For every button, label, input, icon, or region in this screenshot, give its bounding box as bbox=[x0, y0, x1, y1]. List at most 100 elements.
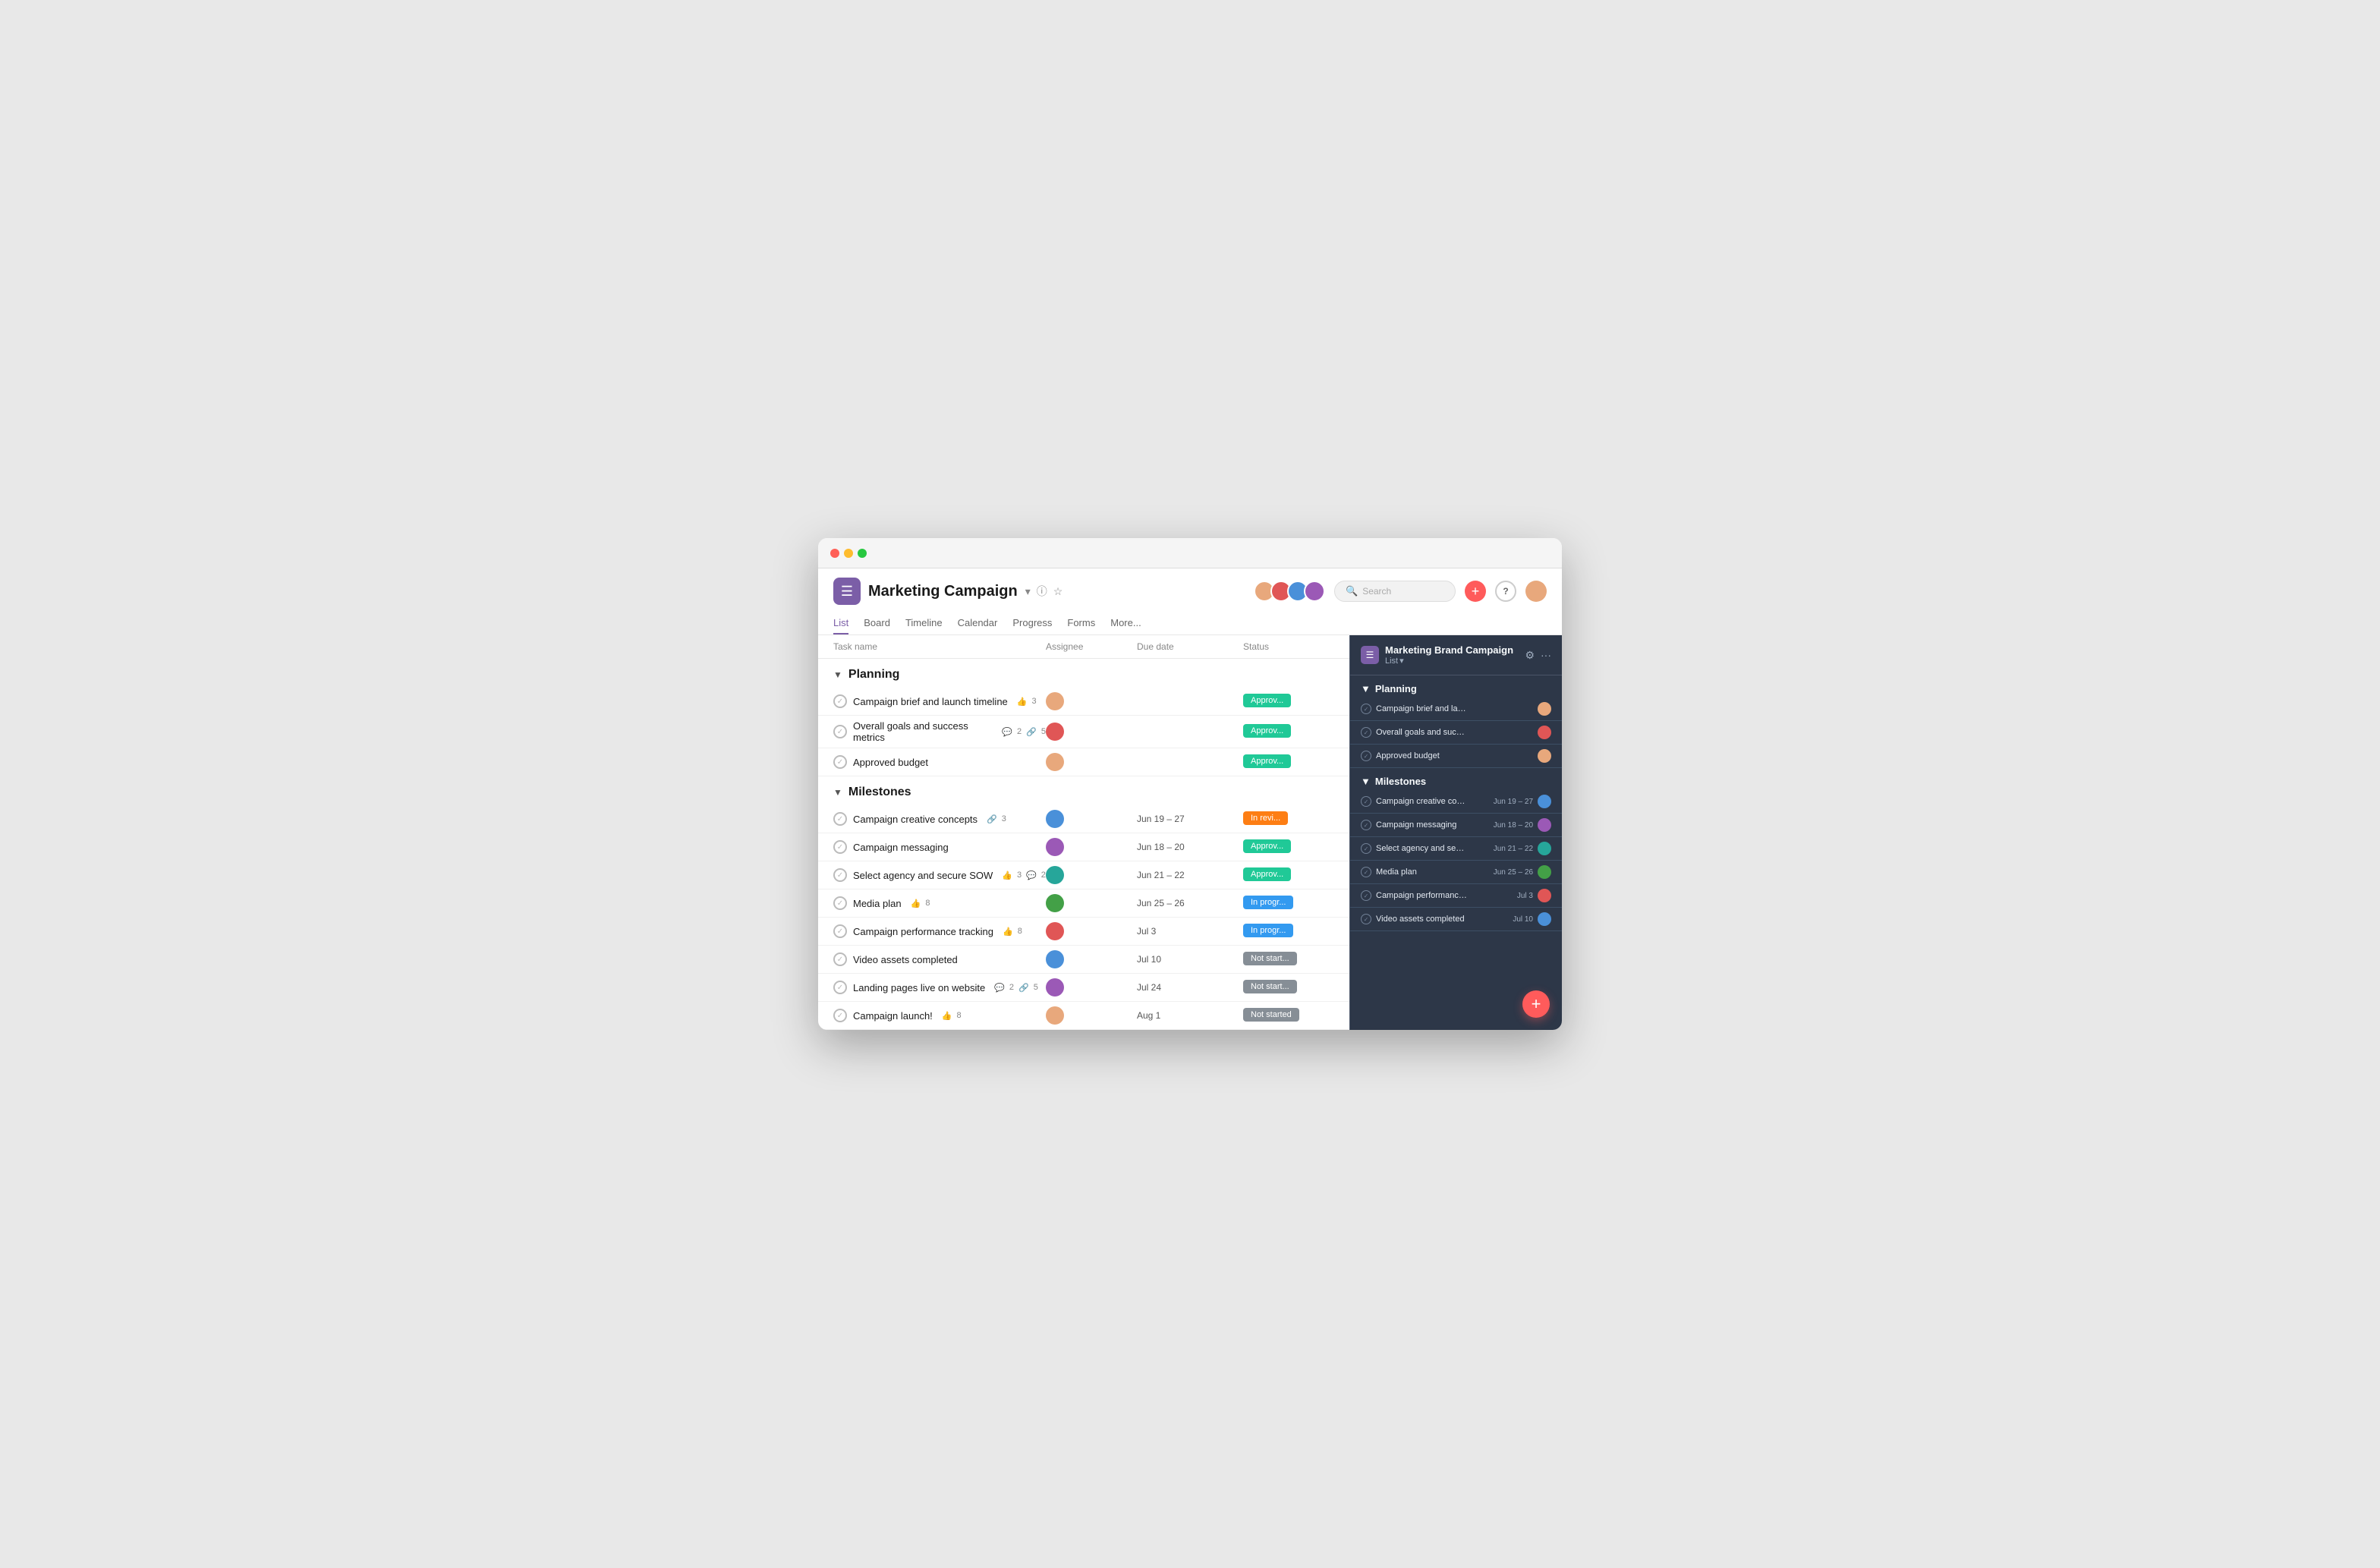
search-bar[interactable]: 🔍 Search bbox=[1334, 581, 1456, 602]
tab-list[interactable]: List bbox=[833, 612, 848, 634]
sidebar-task-date: Jun 25 – 26 bbox=[1494, 868, 1533, 877]
avatar-4 bbox=[1304, 581, 1325, 602]
list-item[interactable]: ✓ Media plan Jun 25 – 26 bbox=[1350, 861, 1562, 884]
milestones-chevron: ▼ bbox=[833, 787, 842, 798]
thumbs-up-icon: 👍 bbox=[1017, 697, 1028, 707]
task-check[interactable]: ✓ bbox=[833, 952, 847, 966]
maximize-button[interactable] bbox=[858, 549, 867, 558]
content-area: Task name Assignee Due date Status ▼ Pla… bbox=[818, 635, 1562, 1030]
sidebar-section-planning[interactable]: ▼ Planning bbox=[1350, 675, 1562, 697]
sidebar-task-left: ✓ Campaign performance track... bbox=[1361, 890, 1517, 901]
task-check[interactable]: ✓ bbox=[833, 755, 847, 769]
task-check[interactable]: ✓ bbox=[833, 924, 847, 938]
sidebar-section-milestones[interactable]: ▼ Milestones bbox=[1350, 768, 1562, 790]
list-item[interactable]: ✓ Overall goals and success metrics bbox=[1350, 721, 1562, 745]
task-check[interactable]: ✓ bbox=[833, 725, 847, 738]
sidebar-header: ☰ Marketing Brand Campaign List ▾ ⚙ ··· bbox=[1350, 635, 1562, 675]
task-status: In progr... bbox=[1243, 924, 1334, 940]
assignee-avatar bbox=[1046, 838, 1064, 856]
dropdown-arrow-icon[interactable]: ▾ bbox=[1025, 585, 1031, 598]
filter-icon[interactable]: ⚙ bbox=[1525, 649, 1535, 662]
task-check[interactable]: ✓ bbox=[833, 896, 847, 910]
assignee-avatar bbox=[1046, 723, 1064, 741]
nav-tabs: List Board Timeline Calendar Progress Fo… bbox=[833, 612, 1547, 634]
status-badge: Approv... bbox=[1243, 839, 1291, 853]
list-item[interactable]: ✓ Campaign performance track... Jul 3 bbox=[1350, 884, 1562, 908]
task-status: Approv... bbox=[1243, 754, 1334, 770]
task-date: Jun 18 – 20 bbox=[1137, 842, 1243, 852]
task-check[interactable]: ✓ bbox=[833, 840, 847, 854]
minimize-button[interactable] bbox=[844, 549, 853, 558]
task-check[interactable]: ✓ bbox=[833, 694, 847, 708]
close-button[interactable] bbox=[830, 549, 839, 558]
chevron-down-icon: ▾ bbox=[1399, 656, 1404, 666]
task-name: Select agency and secure SOW bbox=[853, 870, 993, 881]
fab-add-button[interactable]: + bbox=[1522, 990, 1550, 1018]
task-name: Video assets completed bbox=[853, 954, 958, 965]
list-item[interactable]: ✓ Approved budget bbox=[1350, 745, 1562, 768]
sidebar-task-check: ✓ bbox=[1361, 796, 1371, 807]
task-name-cell: ✓ Landing pages live on website 💬2 🔗5 bbox=[833, 981, 1046, 994]
star-icon[interactable]: ☆ bbox=[1053, 585, 1063, 598]
status-badge: In progr... bbox=[1243, 924, 1293, 937]
task-status: Approv... bbox=[1243, 867, 1334, 883]
list-item[interactable]: ✓ Video assets completed Jul 10 bbox=[1350, 908, 1562, 931]
tab-progress[interactable]: Progress bbox=[1012, 612, 1052, 634]
task-check[interactable]: ✓ bbox=[833, 868, 847, 882]
info-icon[interactable]: ⓘ bbox=[1037, 584, 1047, 599]
task-date: Jul 10 bbox=[1137, 954, 1243, 965]
add-button[interactable]: + bbox=[1465, 581, 1486, 602]
task-check[interactable]: ✓ bbox=[833, 812, 847, 826]
task-assignee bbox=[1046, 922, 1137, 940]
list-item[interactable]: ✓ Campaign creative conc... Jun 19 – 27 bbox=[1350, 790, 1562, 814]
col-duedate: Due date bbox=[1137, 641, 1243, 652]
more-icon[interactable]: ··· bbox=[1541, 649, 1551, 661]
table-row: ✓ Media plan 👍8 Jun 25 – 26 In progr... bbox=[818, 889, 1349, 918]
task-assignee bbox=[1046, 810, 1137, 828]
user-avatar[interactable] bbox=[1525, 581, 1547, 602]
task-check[interactable]: ✓ bbox=[833, 981, 847, 994]
list-item[interactable]: ✓ Campaign brief and launch timeline bbox=[1350, 697, 1562, 721]
help-button[interactable]: ? bbox=[1495, 581, 1516, 602]
search-icon: 🔍 bbox=[1346, 585, 1358, 597]
task-meta: 🔗3 bbox=[987, 814, 1006, 824]
sidebar-assignee-avatar bbox=[1538, 726, 1551, 739]
status-badge: Approv... bbox=[1243, 754, 1291, 768]
sidebar-task-check: ✓ bbox=[1361, 820, 1371, 830]
sidebar-task-date: Jul 10 bbox=[1513, 915, 1533, 924]
status-badge: Approv... bbox=[1243, 867, 1291, 881]
tab-more[interactable]: More... bbox=[1110, 612, 1141, 634]
section-planning[interactable]: ▼ Planning bbox=[818, 659, 1349, 688]
tab-calendar[interactable]: Calendar bbox=[958, 612, 998, 634]
planning-title: Planning bbox=[848, 668, 900, 682]
col-taskname: Task name bbox=[833, 641, 1046, 652]
sidebar-app-icon: ☰ bbox=[1361, 646, 1379, 664]
sidebar-task-name: Overall goals and success metrics bbox=[1376, 728, 1467, 737]
table-row: ✓ Select agency and secure SOW 👍3 💬2 Jun… bbox=[818, 861, 1349, 889]
task-assignee bbox=[1046, 838, 1137, 856]
task-check[interactable]: ✓ bbox=[833, 1009, 847, 1022]
task-meta: 👍3 bbox=[1017, 697, 1037, 707]
assignee-avatar bbox=[1046, 810, 1064, 828]
sidebar-planning-chevron: ▼ bbox=[1361, 683, 1371, 694]
status-badge: In progr... bbox=[1243, 896, 1293, 909]
task-date: Jul 24 bbox=[1137, 982, 1243, 993]
tab-forms[interactable]: Forms bbox=[1067, 612, 1095, 634]
task-date: Jul 3 bbox=[1137, 926, 1243, 937]
sidebar-task-left: ✓ Video assets completed bbox=[1361, 914, 1513, 924]
sidebar-task-check: ✓ bbox=[1361, 727, 1371, 738]
sidebar-assignee-avatar bbox=[1538, 865, 1551, 879]
sidebar-title-group: Marketing Brand Campaign List ▾ bbox=[1385, 644, 1513, 666]
task-meta: 💬2 🔗5 bbox=[994, 983, 1038, 993]
titlebar bbox=[818, 538, 1562, 568]
sidebar-task-date: Jun 18 – 20 bbox=[1494, 821, 1533, 830]
list-item[interactable]: ✓ Select agency and secu... Jun 21 – 22 bbox=[1350, 837, 1562, 861]
task-assignee bbox=[1046, 723, 1137, 741]
sidebar-subtitle: List ▾ bbox=[1385, 656, 1513, 666]
task-assignee bbox=[1046, 753, 1137, 771]
list-item[interactable]: ✓ Campaign messaging Jun 18 – 20 bbox=[1350, 814, 1562, 837]
section-milestones[interactable]: ▼ Milestones bbox=[818, 776, 1349, 805]
sidebar-task-left: ✓ Select agency and secu... bbox=[1361, 843, 1494, 854]
tab-timeline[interactable]: Timeline bbox=[905, 612, 943, 634]
tab-board[interactable]: Board bbox=[864, 612, 890, 634]
